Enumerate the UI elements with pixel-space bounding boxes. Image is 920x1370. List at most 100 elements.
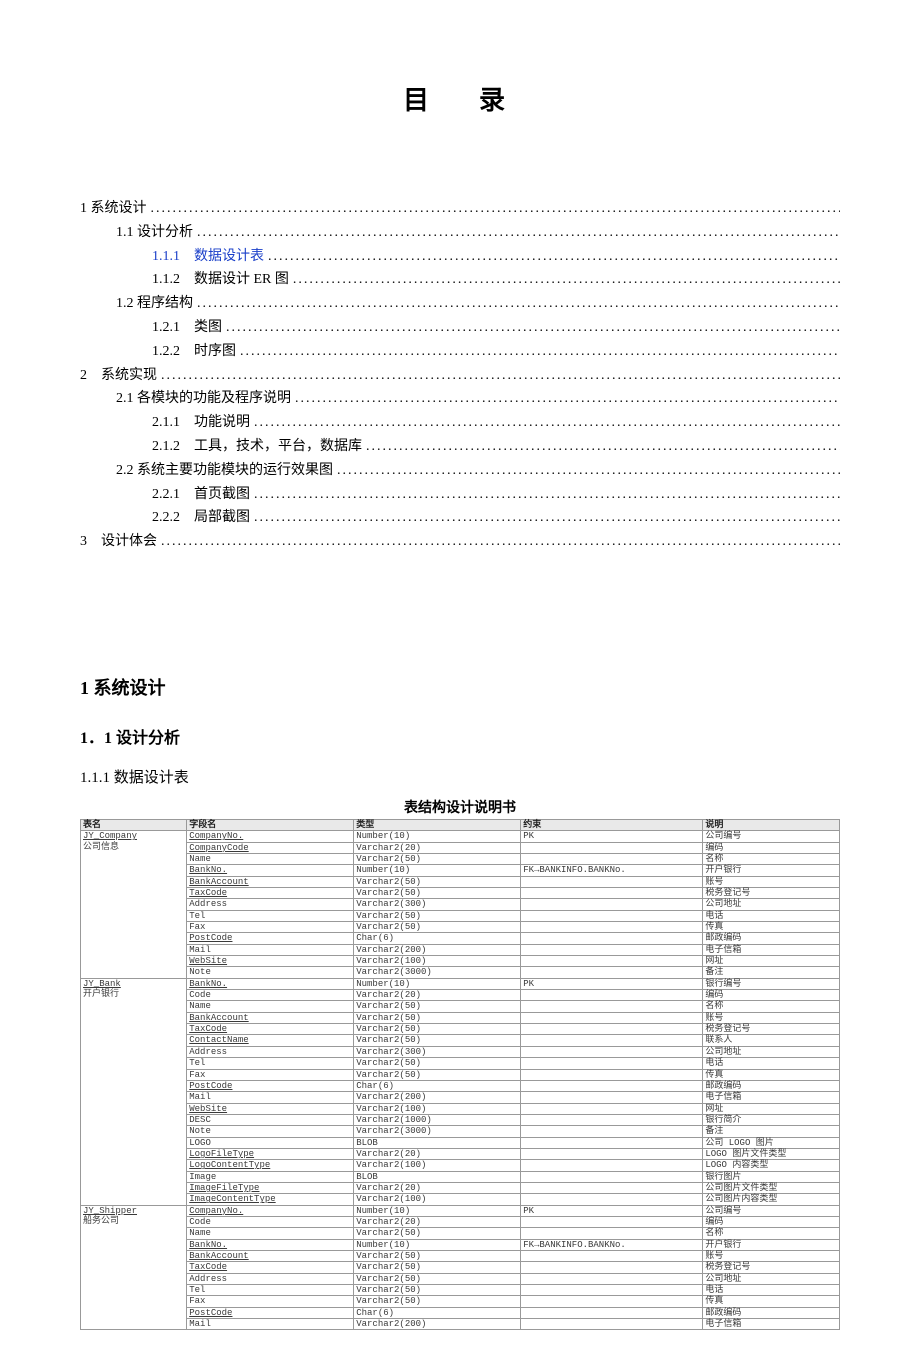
table-cell: 公司地址: [703, 1046, 840, 1057]
table-row: LOGOBLOB公司 LOGO 图片: [81, 1137, 840, 1148]
table-cell: LOGO: [187, 1137, 354, 1148]
table-cell: 开户银行: [703, 1239, 840, 1250]
table-cell: Address: [187, 1273, 354, 1284]
table-cell: 邮政编码: [703, 1080, 840, 1091]
table-cell: Name: [187, 853, 354, 864]
table-cell: 名称: [703, 1228, 840, 1239]
table-cell: [521, 1103, 703, 1114]
table-cell: 银行编号: [703, 978, 840, 989]
table-cell: Varchar2(100): [354, 1160, 521, 1171]
table-cell: Varchar2(300): [354, 899, 521, 910]
table-row: TaxCodeVarchar2(50)税务登记号: [81, 1262, 840, 1273]
table-cell: 电子信箱: [703, 1092, 840, 1103]
table-cell: Address: [187, 1046, 354, 1057]
table-cell: [521, 888, 703, 899]
table-row: PostCodeChar(6)邮政编码: [81, 1080, 840, 1091]
table-cell: 编码: [703, 990, 840, 1001]
table-cell: [521, 1262, 703, 1273]
table-cell: [521, 1046, 703, 1057]
section-1-1-1-heading: 1.1.1 数据设计表: [80, 766, 840, 787]
table-cell: Varchar2(50): [354, 1001, 521, 1012]
toc-label: 1.1 设计分析: [116, 221, 193, 245]
table-cell: CompanyCode: [187, 842, 354, 853]
table-cell: 公司地址: [703, 1273, 840, 1284]
table-header-cell: 表名: [81, 819, 187, 830]
table-cell: Varchar2(50): [354, 1024, 521, 1035]
table-cell: PostCode: [187, 1307, 354, 1318]
table-cell: Varchar2(50): [354, 910, 521, 921]
table-cell: BLOB: [354, 1137, 521, 1148]
table-row: CompanyCodeVarchar2(20)编码: [81, 842, 840, 853]
table-cell: Varchar2(1000): [354, 1114, 521, 1125]
table-cell: 公司图片文件类型: [703, 1182, 840, 1193]
toc-entry: 2.2.2 局部截图: [152, 506, 840, 530]
table-cell: BankNo.: [187, 865, 354, 876]
table-cell: 传真: [703, 922, 840, 933]
table-cell: [521, 1001, 703, 1012]
table-cell: 网址: [703, 956, 840, 967]
table-cell: 邮政编码: [703, 1307, 840, 1318]
table-cell: [521, 842, 703, 853]
table-of-contents: 1 系统设计1.1 设计分析1.1.1 数据设计表1.1.2 数据设计 ER 图…: [80, 197, 840, 554]
table-cell: [521, 1273, 703, 1284]
toc-label: 1.1.2 数据设计 ER 图: [152, 268, 289, 292]
toc-label: 1 系统设计: [80, 197, 147, 221]
table-row: CodeVarchar2(20)编码: [81, 990, 840, 1001]
table-cell: WebSite: [187, 1103, 354, 1114]
table-cell: 编码: [703, 1216, 840, 1227]
toc-leader-dots: [197, 221, 840, 245]
table-row: AddressVarchar2(300)公司地址: [81, 899, 840, 910]
table-cell: Number(10): [354, 1239, 521, 1250]
toc-label: 2.2 系统主要功能模块的运行效果图: [116, 459, 333, 483]
table-row: TelVarchar2(50)电话: [81, 1058, 840, 1069]
table-cell: Varchar2(200): [354, 1092, 521, 1103]
table-cell: [521, 1182, 703, 1193]
table-cell: Name: [187, 1228, 354, 1239]
table-cell: [521, 990, 703, 1001]
table-row: BankNo.Number(10)FK→BANKINFO.BANKNo.开户银行: [81, 865, 840, 876]
toc-label: 2.1.1 功能说明: [152, 411, 250, 435]
table-cell: Varchar2(50): [354, 853, 521, 864]
table-row: JY_Shipper船务公司CompanyNo.Number(10)PK公司编号: [81, 1205, 840, 1216]
table-cell: 开户银行: [703, 865, 840, 876]
table-cell: FK→BANKINFO.BANKNo.: [521, 865, 703, 876]
table-cell: Varchar2(50): [354, 1273, 521, 1284]
table-cell: [521, 1228, 703, 1239]
table-row: ContactNameVarchar2(50)联系人: [81, 1035, 840, 1046]
table-cell: TaxCode: [187, 1024, 354, 1035]
toc-label: 1.1.1 数据设计表: [152, 245, 264, 269]
table-cell: Varchar2(20): [354, 990, 521, 1001]
table-row: TelVarchar2(50)电话: [81, 1285, 840, 1296]
table-cell: 银行简介: [703, 1114, 840, 1125]
table-cell: [521, 1080, 703, 1091]
table-cell: 备注: [703, 1126, 840, 1137]
toc-entry[interactable]: 1.1.1 数据设计表: [152, 245, 840, 269]
table-name-cell: JY_Company公司信息: [81, 831, 187, 978]
table-cell: 网址: [703, 1103, 840, 1114]
table-cell: LogoContentType: [187, 1160, 354, 1171]
toc-leader-dots: [366, 435, 840, 459]
table-row: MailVarchar2(200)电子信箱: [81, 944, 840, 955]
table-cell: Fax: [187, 1069, 354, 1080]
table-cell: PostCode: [187, 1080, 354, 1091]
table-row: JY_Company公司信息CompanyNo.Number(10)PK公司编号: [81, 831, 840, 842]
table-cell: Varchar2(20): [354, 1182, 521, 1193]
toc-leader-dots: [240, 340, 840, 364]
table-cell: Varchar2(50): [354, 1285, 521, 1296]
page-title: 目 录: [80, 80, 840, 117]
table-cell: 账号: [703, 876, 840, 887]
table-cell: Varchar2(200): [354, 1319, 521, 1330]
table-cell: [521, 1012, 703, 1023]
table-cell: Varchar2(50): [354, 922, 521, 933]
table-row: NoteVarchar2(3000)备注: [81, 1126, 840, 1137]
table-row: FaxVarchar2(50)传真: [81, 922, 840, 933]
table-cell: Note: [187, 1126, 354, 1137]
table-cell: TaxCode: [187, 888, 354, 899]
table-cell: [521, 922, 703, 933]
table-cell: Tel: [187, 1058, 354, 1069]
table-cell: BankAccount: [187, 1251, 354, 1262]
table-cell: DESC: [187, 1114, 354, 1125]
table-cell: [521, 1069, 703, 1080]
table-cell: ContactName: [187, 1035, 354, 1046]
table-row: PostCodeChar(6)邮政编码: [81, 1307, 840, 1318]
